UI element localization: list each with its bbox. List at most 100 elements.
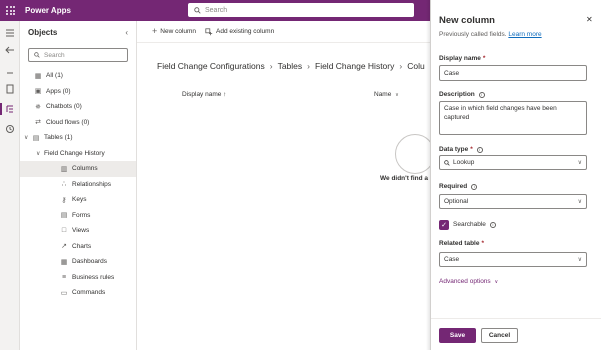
- close-icon[interactable]: ✕: [586, 15, 593, 24]
- advanced-options-toggle[interactable]: Advanced options ∨: [439, 278, 498, 285]
- add-existing-column-button[interactable]: Add existing column: [205, 27, 275, 36]
- tree-item-charts[interactable]: ↗ Charts: [20, 239, 136, 255]
- info-icon[interactable]: i: [471, 183, 478, 190]
- objects-panel: Objects ‹ Search ▦ All (1) ▣ Apps (0) ✵ …: [20, 21, 137, 350]
- tree-item-commands[interactable]: ▭ Commands: [20, 285, 136, 301]
- tree-item-label: Apps (0): [46, 87, 71, 95]
- tree-item-label: Business rules: [72, 273, 115, 281]
- description-label: Description i: [439, 91, 485, 98]
- required-label-text: Required: [439, 183, 468, 190]
- page-icon[interactable]: [5, 84, 15, 94]
- info-icon[interactable]: i: [489, 221, 496, 228]
- tree-item-cloud-flows[interactable]: ⇄ Cloud flows (0): [20, 115, 136, 131]
- learn-more-link[interactable]: Learn more: [508, 31, 541, 38]
- required-value: Optional: [444, 198, 469, 205]
- description-field[interactable]: Case in which field changes have been ca…: [439, 101, 587, 135]
- command-bar: + New column Add existing column: [137, 21, 430, 43]
- objects-search-input[interactable]: Search: [28, 48, 128, 62]
- required-asterisk: *: [470, 146, 473, 153]
- save-button[interactable]: Save: [439, 328, 476, 343]
- searchable-label-text: Searchable: [453, 221, 486, 228]
- tree-item-chatbots[interactable]: ✵ Chatbots (0): [20, 99, 136, 115]
- rail-selection-indicator: [0, 103, 2, 115]
- related-table-label-text: Related table: [439, 240, 480, 247]
- chevron-down-icon[interactable]: ∨: [36, 150, 44, 157]
- new-column-button[interactable]: + New column: [152, 27, 196, 36]
- description-label-text: Description: [439, 91, 475, 98]
- breadcrumb: Field Change Configurations › Tables › Field…: [157, 61, 425, 71]
- tree-item-dashboards[interactable]: ▦ Dashboards: [20, 254, 136, 270]
- info-icon[interactable]: i: [476, 146, 483, 153]
- tree-item-business-rules[interactable]: ≡ Business rules: [20, 270, 136, 286]
- tree-item-all[interactable]: ▦ All (1): [20, 68, 136, 84]
- app-launcher-icon[interactable]: [0, 0, 21, 21]
- objects-title: Objects: [28, 27, 58, 37]
- related-table-value: Case: [444, 256, 460, 263]
- tree-item-label: Views: [72, 227, 90, 235]
- breadcrumb-item[interactable]: Field Change Configurations: [157, 61, 265, 71]
- breadcrumb-separator-icon: ›: [399, 61, 403, 71]
- tree-item-apps[interactable]: ▣ Apps (0): [20, 84, 136, 100]
- chatbot-icon: ✵: [35, 103, 41, 111]
- tree-item-keys[interactable]: ⚷ Keys: [20, 192, 136, 208]
- tree-item-field-change-history[interactable]: ∨ Field Change History: [20, 146, 136, 162]
- tree-item-label: Chatbots (0): [46, 103, 82, 111]
- breadcrumb-item[interactable]: Tables: [278, 61, 303, 71]
- tree-item-forms[interactable]: ▤ Forms: [20, 208, 136, 224]
- description-value: Case in which field changes have been ca…: [444, 105, 557, 121]
- left-rail: [0, 21, 20, 350]
- tree-item-tables[interactable]: ∨ ▤ Tables (1): [20, 130, 136, 146]
- tree-view-icon[interactable]: [5, 104, 15, 114]
- global-search-input[interactable]: Search: [188, 3, 414, 17]
- tree-item-label: Dashboards: [72, 258, 108, 266]
- required-asterisk: *: [481, 240, 484, 247]
- grid-icon: ▦: [34, 72, 42, 80]
- app-title: Power Apps: [25, 6, 71, 15]
- flow-icon: ⇄: [35, 119, 41, 127]
- lookup-search-icon: [444, 159, 450, 166]
- chevron-down-icon: ∨: [395, 92, 399, 98]
- searchable-checkbox[interactable]: ✓: [439, 220, 449, 230]
- breadcrumb-item[interactable]: Colu: [407, 61, 424, 71]
- chevron-down-icon: ∨: [494, 279, 499, 285]
- chevron-down-icon[interactable]: ∨: [24, 134, 32, 141]
- tree-item-label: Relationships: [72, 180, 112, 188]
- chevron-down-icon: ∨: [577, 199, 582, 205]
- info-icon[interactable]: i: [478, 91, 485, 98]
- related-table-select[interactable]: Case ∨: [439, 252, 587, 267]
- display-name-label: Display name *: [439, 55, 485, 62]
- add-existing-label: Add existing column: [216, 28, 275, 35]
- dashboard-icon: ▦: [60, 258, 68, 266]
- column-header-display-name[interactable]: Display name ↑: [182, 91, 226, 98]
- required-label: Required i: [439, 183, 478, 190]
- view-icon: □: [61, 227, 67, 235]
- tree-item-label: Forms: [72, 211, 91, 219]
- new-column-label: New column: [160, 28, 197, 35]
- tree-item-label: Charts: [72, 242, 92, 250]
- tree-item-label: All (1): [46, 72, 63, 80]
- hamburger-icon[interactable]: [5, 28, 15, 38]
- breadcrumb-item[interactable]: Field Change History: [315, 61, 394, 71]
- cancel-button[interactable]: Cancel: [481, 328, 518, 343]
- column-header-name[interactable]: Name ∨: [374, 91, 399, 98]
- tree-item-views[interactable]: □ Views: [20, 223, 136, 239]
- main-area: + New column Add existing column Field C…: [137, 21, 435, 350]
- required-asterisk: *: [482, 55, 486, 62]
- required-select[interactable]: Optional ∨: [439, 194, 587, 209]
- display-name-field[interactable]: Case: [439, 65, 587, 81]
- tree-item-label: Tables (1): [44, 134, 73, 142]
- tree-item-relationships[interactable]: ∴ Relationships: [20, 177, 136, 193]
- display-name-value: Case: [444, 69, 460, 77]
- back-arrow-icon[interactable]: [5, 45, 15, 55]
- tree-item-label: Commands: [72, 289, 106, 297]
- display-name-label-text: Display name: [439, 55, 481, 62]
- searchable-label: Searchable i: [453, 221, 496, 228]
- tree-item-columns[interactable]: ▥ Columns: [20, 161, 136, 177]
- minus-icon[interactable]: [5, 68, 15, 78]
- data-type-select[interactable]: Lookup ∨: [439, 155, 587, 170]
- chart-icon: ↗: [61, 243, 67, 251]
- key-icon: ⚷: [61, 196, 67, 204]
- history-icon[interactable]: [5, 124, 15, 134]
- tree-item-label: Cloud flows (0): [46, 118, 90, 126]
- collapse-chevron-icon[interactable]: ‹: [125, 28, 128, 37]
